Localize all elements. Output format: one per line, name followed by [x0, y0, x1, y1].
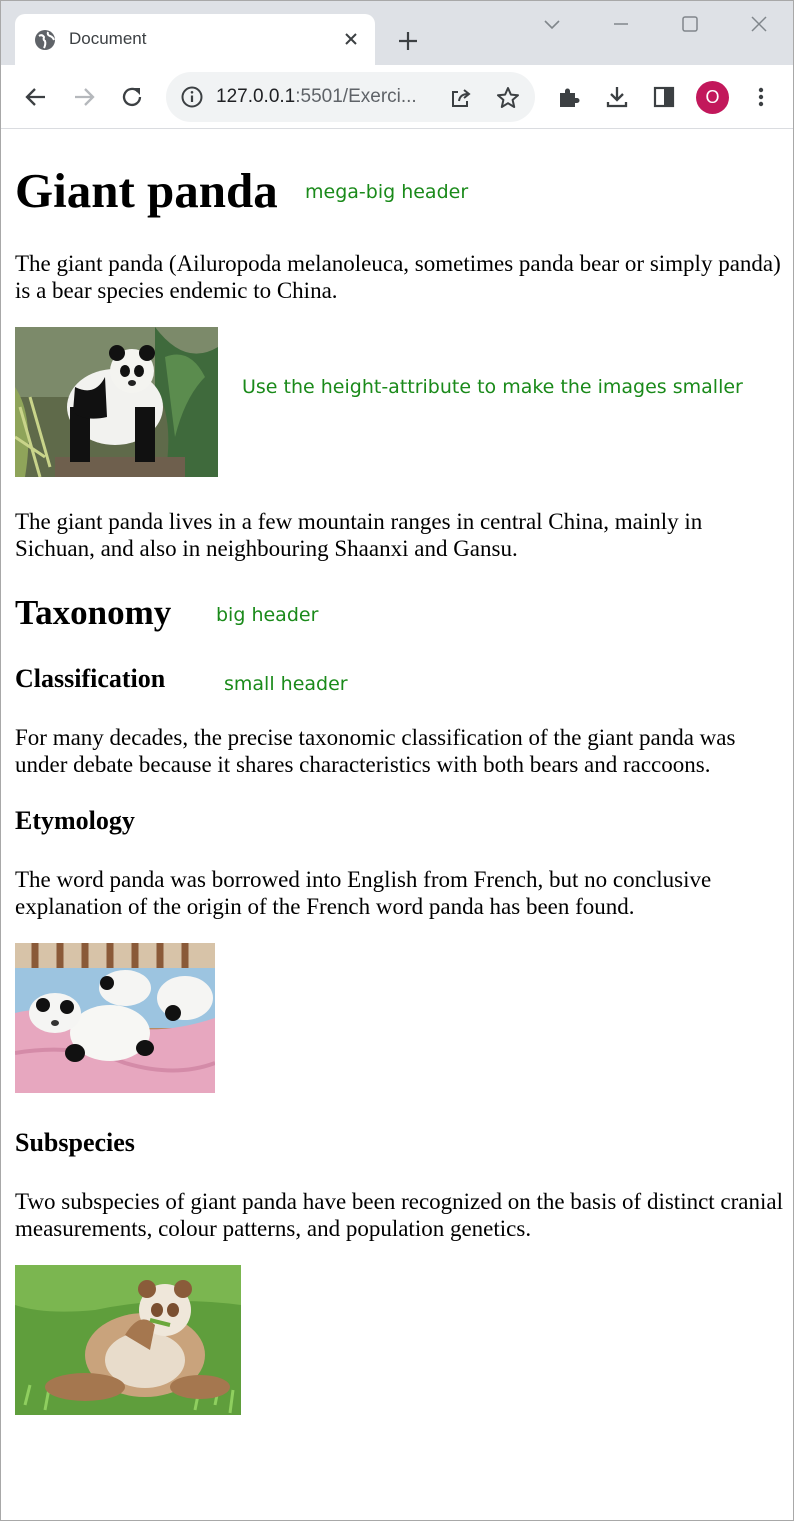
star-icon[interactable] [495, 85, 521, 111]
classification-paragraph: For many decades, the precise taxonomic … [15, 725, 736, 777]
reload-icon[interactable] [118, 83, 146, 111]
taxonomy-heading: Taxonomy [15, 593, 172, 632]
maximize-icon[interactable] [679, 13, 701, 35]
new-tab-plus-icon[interactable] [395, 28, 421, 54]
browser-toolbar: 127.0.0.1:5501/Exerci... O [1, 65, 793, 129]
subspecies-paragraph: Two subspecies of giant panda have been … [15, 1189, 783, 1241]
taxonomy-note: big header [216, 604, 319, 626]
minimize-icon[interactable] [610, 13, 632, 35]
habitat-paragraph: The giant panda lives in a few mountain … [15, 509, 703, 561]
side-panel-icon[interactable] [650, 83, 678, 111]
extensions-puzzle-icon[interactable] [555, 83, 583, 111]
close-icon[interactable] [341, 29, 361, 49]
subspecies-heading: Subspecies [15, 1128, 135, 1157]
classification-note: small header [224, 673, 348, 695]
back-arrow-icon[interactable] [22, 83, 50, 111]
more-menu-icon[interactable] [747, 83, 775, 111]
intro-paragraph: The giant panda (Ailuropoda melanoleuca,… [15, 251, 781, 303]
window-close-icon[interactable] [748, 13, 770, 35]
panda-cubs-image [15, 943, 215, 1093]
profile-avatar[interactable]: O [696, 81, 729, 114]
tab-title: Document [69, 29, 147, 48]
etymology-paragraph: The word panda was borrowed into English… [15, 867, 712, 919]
share-icon[interactable] [448, 85, 474, 111]
forward-arrow-icon[interactable] [70, 83, 98, 111]
image-note: Use the height-attribute to make the ima… [242, 376, 743, 398]
globe-icon [34, 29, 56, 51]
info-icon[interactable] [180, 85, 204, 109]
tab-strip: Document [1, 1, 793, 65]
chevron-down-icon[interactable] [541, 13, 563, 35]
address-bar[interactable]: 127.0.0.1:5501/Exerci... [166, 72, 535, 122]
classification-heading: Classification [15, 664, 166, 693]
download-icon[interactable] [603, 83, 631, 111]
etymology-heading: Etymology [15, 806, 135, 835]
brown-panda-image [15, 1265, 241, 1415]
title-note: mega-big header [305, 181, 469, 203]
standing-panda-image [15, 327, 218, 477]
browser-window: Document 127.0.0.1:5501/Exerci... O Gian… [0, 0, 794, 1521]
url-text: 127.0.0.1:5501/Exerci... [216, 86, 417, 107]
tab-document[interactable]: Document [15, 14, 375, 65]
page-title: Giant panda [15, 163, 278, 218]
